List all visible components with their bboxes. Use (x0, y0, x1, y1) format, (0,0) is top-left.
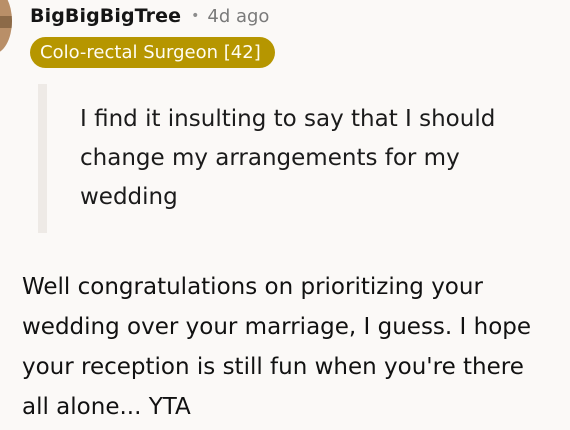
blockquote: I find it insulting to say that I should… (80, 100, 550, 217)
comment-body-line: Well congratulations on prioritizing you… (22, 274, 483, 300)
avatar[interactable] (0, 0, 12, 54)
comment-body: Well congratulations on prioritizing you… (22, 267, 567, 427)
comment-body-line: wedding over your marriage, I guess. I h… (22, 314, 532, 340)
timestamp[interactable]: 4d ago (207, 6, 269, 27)
blockquote-line: I find it insulting to say that I should (80, 106, 496, 132)
separator-dot: • (191, 8, 200, 24)
user-flair: Colo-rectal Surgeon [42] (30, 37, 275, 68)
blockquote-line: wedding (80, 184, 178, 210)
comment-body-line: all alone... YTA (22, 394, 191, 420)
blockquote-line: change my arrangements for my (80, 145, 460, 171)
blockquote-bar (38, 84, 47, 233)
comment-header: BigBigBigTree • 4d ago (30, 4, 269, 28)
avatar-band (0, 16, 12, 28)
comment-body-line: your reception is still fun when you're … (22, 354, 524, 380)
username-link[interactable]: BigBigBigTree (30, 5, 181, 27)
